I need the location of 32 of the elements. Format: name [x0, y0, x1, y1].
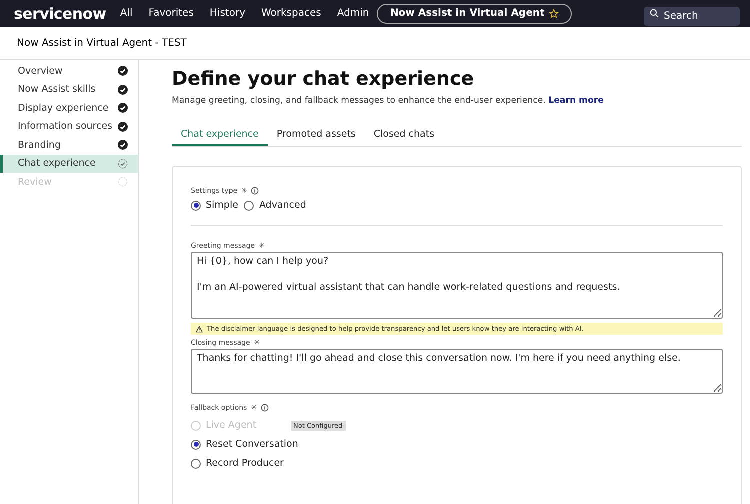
closing-field[interactable]: Thanks for chatting! I'll go ahead and close this conversation now. I'm here if you need anything else. [191, 349, 723, 394]
sidebar-item[interactable]: Branding [0, 136, 138, 154]
context-button[interactable]: Now Assist in Virtual Agent [377, 4, 572, 24]
radio-option[interactable]: Reset Conversation [191, 439, 298, 450]
warning-icon [196, 326, 203, 332]
sidebar-item[interactable]: Overview [0, 62, 138, 80]
search-icon [650, 9, 659, 18]
sidebar-item[interactable]: Chat experience [0, 154, 138, 173]
sidebar-item[interactable]: Now Assist skills [0, 80, 138, 99]
nav-link[interactable]: History [210, 8, 246, 19]
tab[interactable]: Chat experience [172, 125, 268, 146]
tab[interactable]: Promoted assets [268, 125, 365, 146]
nav-link[interactable]: Favorites [148, 8, 194, 19]
nav-link[interactable]: Admin [337, 8, 370, 19]
nav-link[interactable]: Workspaces [261, 8, 322, 19]
info-icon[interactable] [261, 404, 270, 412]
heading: Define your chat experience [172, 68, 476, 90]
greeting-field[interactable]: Hi {0}, how can I help you? I'm an AI-powered virtual assistant that can handle work-related questions and requests. [191, 252, 723, 319]
search-field[interactable]: Search [644, 7, 740, 26]
info-icon[interactable] [251, 187, 260, 195]
radio-option[interactable]: Record Producer [191, 458, 284, 469]
nav-link[interactable]: All [120, 8, 133, 19]
sidebar-item[interactable]: Information sources [0, 118, 138, 136]
page-title: Now Assist in Virtual Agent - TEST [17, 38, 187, 48]
description: Manage greeting, closing, and fallback messages to enhance the end-user experience. Learn more [172, 96, 605, 106]
logo[interactable]: servicenow [14, 4, 106, 22]
learn-more-link[interactable]: Learn more [548, 96, 604, 106]
sidebar-item[interactable]: Display experience [0, 99, 138, 118]
radio-option[interactable]: Simple [191, 200, 238, 211]
tab[interactable]: Closed chats [364, 125, 444, 146]
radio-option[interactable]: Advanced [244, 200, 306, 211]
star-icon[interactable] [548, 8, 559, 18]
